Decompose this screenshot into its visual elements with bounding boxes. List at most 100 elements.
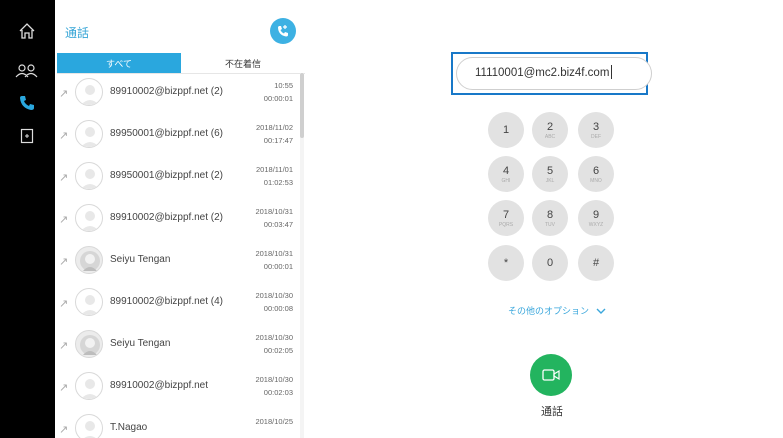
key-digit: 1 bbox=[502, 123, 510, 136]
call-filter-tabs: すべて 不在着信 bbox=[55, 53, 310, 74]
dial-key-1[interactable]: 1 bbox=[488, 112, 524, 148]
call-row[interactable]: ↗ T.Nagao 2018/10/25 bbox=[55, 411, 305, 438]
avatar bbox=[75, 204, 103, 232]
dialed-number: 11110001@mc2.biz4f.com bbox=[475, 67, 610, 79]
call-duration: 00:00:08 bbox=[263, 304, 293, 313]
key-digit: * bbox=[503, 257, 509, 269]
caller-name: 89910002@bizppf.net (2) bbox=[110, 212, 224, 223]
outgoing-arrow-icon: ↗ bbox=[59, 424, 69, 436]
phone-icon[interactable] bbox=[14, 92, 40, 114]
key-digit: 9 bbox=[592, 208, 600, 221]
key-digit: 3 bbox=[592, 120, 600, 133]
key-letters: GHI bbox=[501, 177, 511, 184]
call-duration: 00:02:05 bbox=[263, 346, 293, 355]
call-row[interactable]: ↗ 89910002@bizppf.net (4) 2018/10/30 00:… bbox=[55, 285, 305, 327]
call-duration: 00:00:01 bbox=[263, 94, 293, 103]
call-date: 2018/11/02 bbox=[256, 123, 293, 132]
key-letters: PQRS bbox=[498, 221, 514, 228]
contacts-icon[interactable] bbox=[14, 60, 40, 82]
text-caret bbox=[611, 65, 613, 79]
tab-missed[interactable]: 不在着信 bbox=[181, 53, 305, 73]
call-date: 2018/10/30 bbox=[255, 333, 293, 342]
left-nav bbox=[0, 0, 55, 438]
video-camera-icon bbox=[542, 369, 560, 381]
call-list-scrollbar[interactable] bbox=[300, 73, 304, 438]
key-letters: MNO bbox=[590, 177, 602, 184]
call-row[interactable]: ↗ 89950001@bizppf.net (2) 2018/11/01 01:… bbox=[55, 159, 305, 201]
key-digit: 7 bbox=[502, 208, 510, 221]
avatar bbox=[75, 288, 103, 316]
voicemail-icon[interactable] bbox=[14, 125, 40, 147]
key-digit: 8 bbox=[546, 208, 554, 221]
video-call-button[interactable] bbox=[530, 354, 572, 396]
call-row[interactable]: ↗ Seiyu Tengan 2018/10/30 00:02:05 bbox=[55, 327, 305, 369]
call-duration: 00:02:03 bbox=[263, 388, 293, 397]
caller-name: T.Nagao bbox=[110, 422, 148, 433]
dial-key-6[interactable]: 6 MNO bbox=[578, 156, 614, 192]
key-digit: 2 bbox=[546, 120, 554, 133]
call-row[interactable]: ↗ 89950001@bizppf.net (6) 2018/11/02 00:… bbox=[55, 117, 305, 159]
key-digit: 0 bbox=[546, 257, 554, 269]
call-row[interactable]: ↗ 89910002@bizppf.net (2) 10:55 00:00:01 bbox=[55, 75, 305, 117]
home-icon[interactable] bbox=[14, 20, 40, 42]
tab-all[interactable]: すべて bbox=[57, 53, 181, 73]
outgoing-arrow-icon: ↗ bbox=[59, 382, 69, 394]
dial-key-0[interactable]: 0 bbox=[532, 245, 568, 281]
outgoing-arrow-icon: ↗ bbox=[59, 172, 69, 184]
call-date: 2018/10/25 bbox=[255, 417, 293, 426]
dial-key-9[interactable]: 9 WXYZ bbox=[578, 200, 614, 236]
caller-name: 89910002@bizppf.net (2) bbox=[110, 86, 224, 97]
dial-key-2[interactable]: 2 ABC bbox=[532, 112, 568, 148]
key-digit: 6 bbox=[592, 164, 600, 177]
avatar bbox=[75, 78, 103, 106]
key-letters: TUV bbox=[545, 221, 555, 228]
dial-key-4[interactable]: 4 GHI bbox=[488, 156, 524, 192]
outgoing-arrow-icon: ↗ bbox=[59, 340, 69, 352]
caller-name: 89910002@bizppf.net (4) bbox=[110, 296, 224, 307]
outgoing-arrow-icon: ↗ bbox=[59, 214, 69, 226]
call-date: 2018/10/30 bbox=[255, 375, 293, 384]
outgoing-arrow-icon: ↗ bbox=[59, 130, 69, 142]
dial-key-star[interactable]: * bbox=[488, 245, 524, 281]
dial-key-7[interactable]: 7 PQRS bbox=[488, 200, 524, 236]
call-row[interactable]: ↗ 89910002@bizppf.net 2018/10/30 00:02:0… bbox=[55, 369, 305, 411]
key-digit: 4 bbox=[502, 164, 510, 177]
more-options-link[interactable]: その他のオプション bbox=[508, 304, 606, 317]
new-call-icon bbox=[278, 25, 288, 37]
new-call-button[interactable] bbox=[270, 18, 296, 44]
outgoing-arrow-icon: ↗ bbox=[59, 256, 69, 268]
avatar bbox=[75, 120, 103, 148]
call-duration: 00:17:47 bbox=[263, 136, 293, 145]
caller-name: Seiyu Tengan bbox=[110, 254, 171, 265]
more-options-label: その他のオプション bbox=[508, 306, 590, 316]
call-row[interactable]: ↗ 89910002@bizppf.net (2) 2018/10/31 00:… bbox=[55, 201, 305, 243]
call-history-panel: 通話 すべて 不在着信 ↗ 89910002@bizppf.net (2) 10… bbox=[55, 0, 310, 438]
call-row[interactable]: ↗ Seiyu Tengan 2018/10/31 00:00:01 bbox=[55, 243, 305, 285]
avatar bbox=[75, 414, 103, 438]
caller-name: 89910002@bizppf.net bbox=[110, 380, 209, 391]
call-duration: 01:02:53 bbox=[263, 178, 293, 187]
outgoing-arrow-icon: ↗ bbox=[59, 88, 69, 100]
key-letters: WXYZ bbox=[588, 221, 604, 228]
dial-key-8[interactable]: 8 TUV bbox=[532, 200, 568, 236]
key-letters: DEF bbox=[591, 133, 601, 140]
tab-divider bbox=[57, 73, 305, 74]
chevron-down-icon bbox=[596, 306, 606, 316]
avatar bbox=[75, 330, 103, 358]
call-duration: 00:00:01 bbox=[263, 262, 293, 271]
key-letters: ABC bbox=[544, 133, 556, 140]
caller-name: 89950001@bizppf.net (6) bbox=[110, 128, 224, 139]
caller-name: 89950001@bizppf.net (2) bbox=[110, 170, 224, 181]
call-duration: 00:03:47 bbox=[263, 220, 293, 229]
key-digit: # bbox=[592, 257, 600, 269]
dial-key-5[interactable]: 5 JKL bbox=[532, 156, 568, 192]
call-date: 10:55 bbox=[274, 81, 293, 90]
caller-name: Seiyu Tengan bbox=[110, 338, 171, 349]
dial-key-3[interactable]: 3 DEF bbox=[578, 112, 614, 148]
number-input-value[interactable]: 11110001@mc2.biz4f.com bbox=[475, 65, 613, 79]
scrollbar-thumb[interactable] bbox=[300, 73, 304, 138]
avatar bbox=[75, 246, 103, 274]
call-button-label: 通話 bbox=[541, 406, 563, 418]
dial-key-hash[interactable]: # bbox=[578, 245, 614, 281]
call-date: 2018/10/30 bbox=[255, 291, 293, 300]
